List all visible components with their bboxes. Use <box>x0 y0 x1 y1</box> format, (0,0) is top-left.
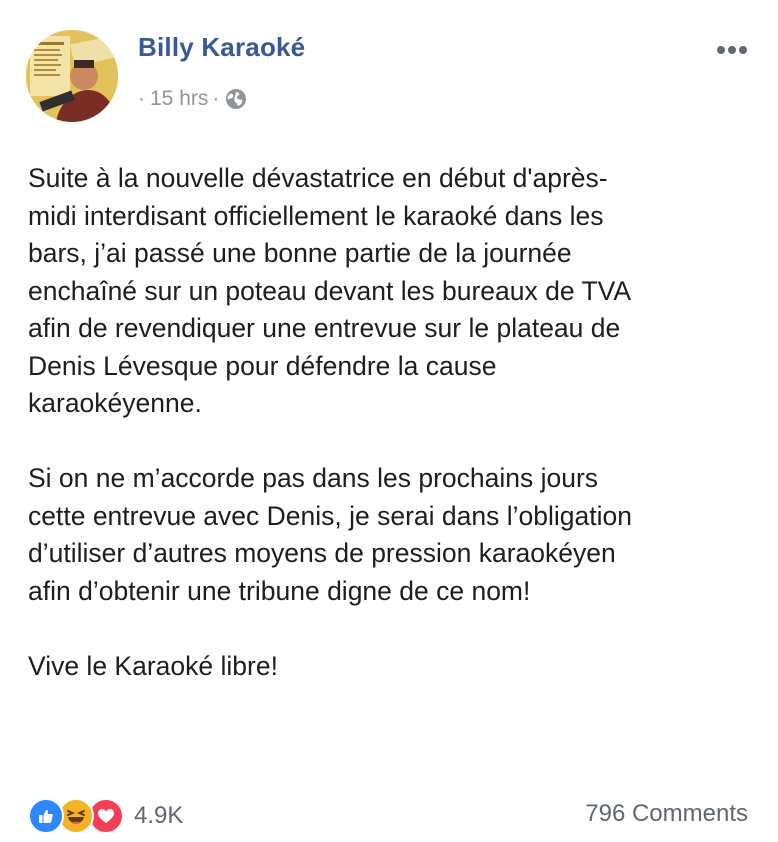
more-options-dot <box>728 46 736 54</box>
post-paragraph: Vive le Karaoké libre! <box>28 650 278 681</box>
post-timestamp[interactable]: 15 hrs <box>150 87 208 111</box>
reaction-count: 4.9K <box>134 802 184 829</box>
author-name[interactable]: Billy Karaoké <box>138 32 305 63</box>
author-avatar[interactable] <box>26 30 118 122</box>
meta-separator: · <box>138 87 145 110</box>
comments-count-link[interactable]: 796 Comments <box>585 800 748 828</box>
post-paragraph: Si on ne m’accorde pas dans les prochain… <box>28 463 632 606</box>
post-paragraph: Suite à la nouvelle dévastatrice en débu… <box>28 163 632 418</box>
like-icon <box>28 798 64 834</box>
globe-icon <box>225 88 247 110</box>
more-options-dot <box>739 46 747 54</box>
post-meta: · 15 hrs · <box>138 86 247 112</box>
post-body: Suite à la nouvelle dévastatrice en débu… <box>28 160 758 723</box>
more-options-icon <box>717 46 725 54</box>
more-options-button[interactable] <box>712 38 752 62</box>
avatar-image <box>26 30 118 122</box>
meta-separator: · <box>212 87 220 110</box>
reactions-summary[interactable]: 4.9K <box>28 798 183 834</box>
facebook-post: Billy Karaoké · 15 hrs · Suite à la nouv… <box>0 0 778 842</box>
